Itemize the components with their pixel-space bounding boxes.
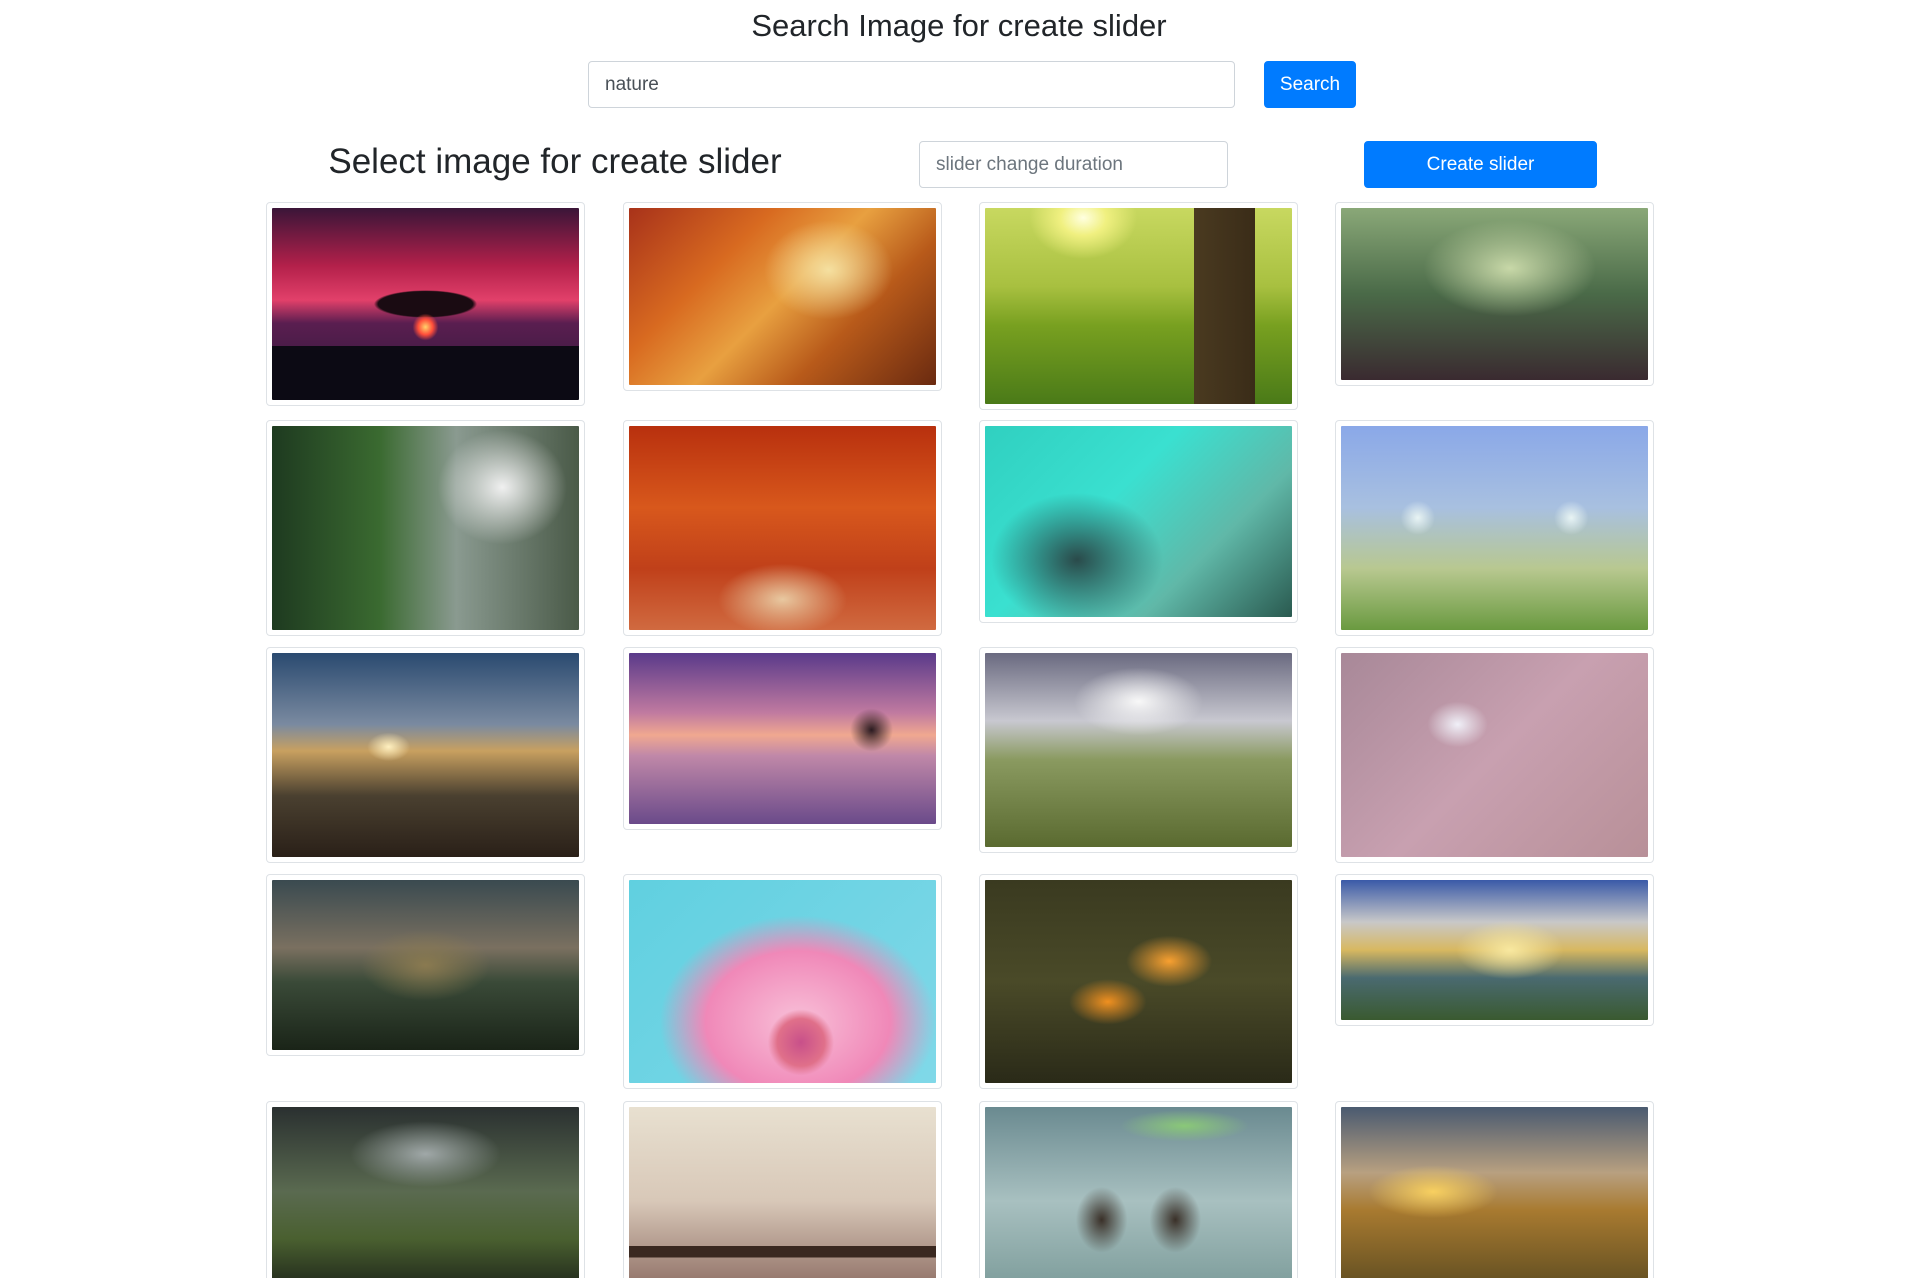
page-title: Search Image for create slider: [751, 8, 1167, 43]
gallery-thumbnail[interactable]: [266, 420, 585, 636]
page: Search Image for create slider Search Se…: [0, 0, 1918, 1278]
gallery-thumbnail[interactable]: [623, 420, 942, 636]
gallery-thumbnail[interactable]: [1335, 647, 1654, 863]
gallery-thumbnail[interactable]: [1335, 202, 1654, 386]
forest-road-image: [272, 426, 579, 630]
red-autumn-trees-image: [629, 426, 936, 630]
search-input[interactable]: [588, 61, 1235, 108]
gallery-thumbnail[interactable]: [979, 202, 1298, 410]
mountain-sunrise-image: [272, 653, 579, 857]
gallery-thumbnail[interactable]: [979, 420, 1298, 623]
bird-branch-image: [1341, 653, 1648, 857]
gallery-thumbnail[interactable]: [979, 874, 1298, 1089]
tree-sunset-image: [272, 208, 579, 400]
gallery-thumbnail[interactable]: [266, 647, 585, 863]
dandelion-dew-image: [985, 426, 1292, 617]
lake-tree-dusk-image: [629, 653, 936, 824]
orange-flowers-butterfly-image: [985, 880, 1292, 1083]
lake-island-image: [272, 880, 579, 1050]
sunrays-hills-image: [1341, 880, 1648, 1020]
autumn-forest-path-image: [629, 208, 936, 385]
gallery-thumbnail[interactable]: [623, 874, 942, 1089]
gallery-thumbnail[interactable]: [1335, 420, 1654, 636]
children-leaf-umbrella-image: [985, 1107, 1292, 1278]
gallery-thumbnail[interactable]: [979, 647, 1298, 853]
foggy-pier-image: [629, 1107, 936, 1278]
sunlit-meadow-image: [985, 208, 1292, 404]
railway-clouds-image: [985, 653, 1292, 847]
gallery-thumbnail[interactable]: [623, 647, 942, 830]
section-title: Select image for create slider: [328, 142, 782, 181]
gallery-thumbnail[interactable]: [266, 1101, 585, 1278]
butterflies-flowers-image: [1341, 426, 1648, 630]
gallery-thumbnail[interactable]: [623, 1101, 942, 1278]
create-slider-button[interactable]: Create slider: [1364, 141, 1597, 188]
misty-valley-image: [272, 1107, 579, 1278]
gallery-thumbnail[interactable]: [1335, 874, 1654, 1026]
pink-flower-image: [629, 880, 936, 1083]
search-button[interactable]: Search: [1264, 61, 1356, 108]
sunset-hills-image: [1341, 1107, 1648, 1278]
gallery-thumbnail[interactable]: [266, 874, 585, 1056]
duration-input[interactable]: [919, 141, 1228, 188]
misty-forest-image: [1341, 208, 1648, 380]
gallery-thumbnail[interactable]: [979, 1101, 1298, 1278]
gallery-thumbnail[interactable]: [266, 202, 585, 406]
gallery-thumbnail[interactable]: [1335, 1101, 1654, 1278]
gallery-thumbnail[interactable]: [623, 202, 942, 391]
